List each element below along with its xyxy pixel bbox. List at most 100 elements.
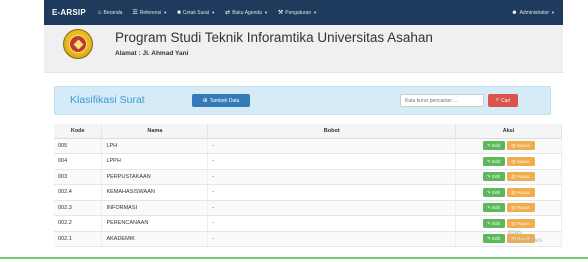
header-aksi: Aksi [455, 124, 562, 139]
user-icon: ☻ [511, 9, 518, 16]
trash-icon: ▥ [511, 174, 516, 180]
nav-label: Buku Agenda [232, 9, 262, 16]
edit-button[interactable]: ✎ Edit [482, 141, 505, 151]
delete-button[interactable]: ▥ Hapus [506, 172, 535, 182]
table-row: 002.1 AKADEMIK - ✎ Edit ▥ Hapus [54, 231, 562, 247]
edit-icon: ✎ [487, 158, 491, 164]
address-label: Alamat : [115, 50, 141, 57]
trash-icon: ▥ [511, 158, 516, 164]
list-icon: ☰ [132, 10, 138, 16]
bottom-divider [0, 257, 588, 259]
trash-icon: ▥ [511, 205, 516, 211]
chevron-down-icon: ▼ [263, 10, 268, 15]
cell-bobot: - [207, 231, 457, 247]
cell-bobot: - [207, 200, 457, 216]
edit-label: Edit [492, 174, 500, 180]
table-header-row: Kode Nama Bobot Aksi [54, 124, 562, 139]
nav-beranda[interactable]: ⌂ Beranda [98, 10, 123, 16]
delete-button[interactable]: ▥ Hapus [506, 141, 535, 151]
cell-bobot: - [207, 138, 457, 154]
edit-button[interactable]: ✎ Edit [482, 187, 505, 197]
search-button[interactable]: ⌕ Cari [488, 94, 518, 107]
header-nama[interactable]: Nama [101, 124, 209, 139]
edit-button[interactable]: ✎ Edit [482, 203, 505, 213]
cell-kode: 002.4 [54, 184, 103, 201]
nav-buku-agenda[interactable]: ⇄ Buku Agenda ▼ [225, 9, 268, 17]
table-row: 002.4 KEMAHASISWAAN - ✎ Edit ▥ Hapus [54, 184, 562, 201]
watermark-line: ate Windows [508, 238, 543, 244]
random-icon: ⇄ [225, 10, 231, 16]
edit-icon: ✎ [487, 236, 491, 242]
delete-button[interactable]: ▥ Hapus [506, 187, 535, 197]
cell-bobot: - [207, 169, 457, 185]
cell-aksi: ✎ Edit ▥ Hapus [455, 138, 562, 154]
wrench-icon: ⚒ [277, 10, 284, 16]
cell-kode: 002.3 [54, 200, 103, 216]
nav-user-menu[interactable]: ☻ Administrator ▼ [511, 10, 555, 16]
cell-nama: LPPH [101, 153, 209, 170]
cell-kode: 004 [54, 153, 103, 170]
delete-label: Hapus [516, 158, 530, 164]
delete-button[interactable]: ▥ Hapus [506, 218, 535, 228]
nav-label: Referensi [139, 9, 162, 16]
table-row: 003 PERPUSTAKAAN - ✎ Edit ▥ Hapus [54, 169, 562, 185]
panel-title: Klasifikasi Surat [70, 94, 145, 106]
university-logo [63, 29, 93, 59]
table-row: 005 LPH - ✎ Edit ▥ Hapus [54, 138, 562, 154]
header-kode[interactable]: Kode [54, 124, 103, 139]
cell-bobot: - [207, 215, 457, 232]
add-data-button[interactable]: ⊕ Tambah Data [192, 94, 250, 107]
nav-pengaturan[interactable]: ⚒ Pengaturan ▼ [277, 9, 318, 17]
book-icon: ■ [177, 9, 181, 16]
chevron-down-icon: ▼ [313, 10, 318, 15]
windows-activation-watermark: dows ate Windows [508, 229, 542, 245]
cell-kode: 002.2 [54, 215, 103, 232]
panel-heading: Klasifikasi Surat ⊕ Tambah Data ⌕ Cari [54, 86, 551, 115]
edit-label: Edit [492, 143, 500, 149]
cell-aksi: ✎ Edit ▥ Hapus [455, 169, 562, 185]
delete-button[interactable]: ▥ Hapus [506, 156, 535, 166]
nav-cetak-surat[interactable]: ■ Cetak Surat ▼ [177, 10, 215, 16]
edit-icon: ✎ [487, 205, 491, 211]
edit-button[interactable]: ✎ Edit [482, 156, 505, 166]
add-data-label: Tambah Data [209, 97, 240, 104]
delete-label: Hapus [516, 143, 530, 149]
nav-referensi[interactable]: ☰ Referensi ▼ [132, 9, 167, 17]
nav-label: Pengaturan [285, 9, 312, 16]
delete-button[interactable]: ▥ Hapus [506, 203, 535, 213]
search-icon: ⌕ [495, 97, 499, 103]
cell-kode: 005 [54, 138, 103, 154]
trash-icon: ▥ [511, 143, 516, 149]
delete-label: Hapus [516, 220, 530, 226]
edit-button[interactable]: ✎ Edit [482, 218, 505, 228]
home-icon: ⌂ [97, 9, 102, 16]
search-input[interactable] [400, 94, 484, 107]
logo-core [73, 39, 83, 49]
delete-label: Hapus [516, 174, 530, 180]
edit-icon: ✎ [487, 220, 491, 226]
cell-aksi: ✎ Edit ▥ Hapus [455, 200, 562, 216]
cell-nama: INFORMASI [101, 200, 209, 216]
brand-logo[interactable]: E-ARSIP [52, 8, 86, 17]
cell-nama: KEMAHASISWAAN [101, 184, 209, 201]
nav-label: Cetak Surat [182, 9, 210, 16]
cell-bobot: - [207, 184, 457, 201]
header-bobot[interactable]: Bobot [207, 124, 457, 139]
edit-button[interactable]: ✎ Edit [482, 234, 505, 244]
page-header: Program Studi Teknik Inforamtika Univers… [44, 25, 563, 73]
cell-nama: LPH [101, 138, 209, 154]
edit-label: Edit [492, 220, 500, 226]
search-label: Cari [500, 97, 511, 104]
chevron-down-icon: ▼ [211, 10, 216, 15]
address: Alamat : Jl. Ahmad Yani [115, 50, 188, 57]
cell-kode: 003 [54, 169, 103, 185]
trash-icon: ▥ [511, 220, 516, 226]
watermark-line: dows [508, 230, 523, 236]
cell-aksi: ✎ Edit ▥ Hapus [455, 153, 562, 170]
classification-table: Kode Nama Bobot Aksi 005 LPH - ✎ Edit ▥ Hapu… [54, 124, 562, 247]
page-title: Program Studi Teknik Inforamtika Univers… [115, 30, 433, 45]
edit-button[interactable]: ✎ Edit [482, 172, 505, 182]
plus-circle-icon: ⊕ [202, 98, 208, 104]
edit-icon: ✎ [487, 174, 491, 180]
delete-label: Hapus [516, 205, 530, 211]
